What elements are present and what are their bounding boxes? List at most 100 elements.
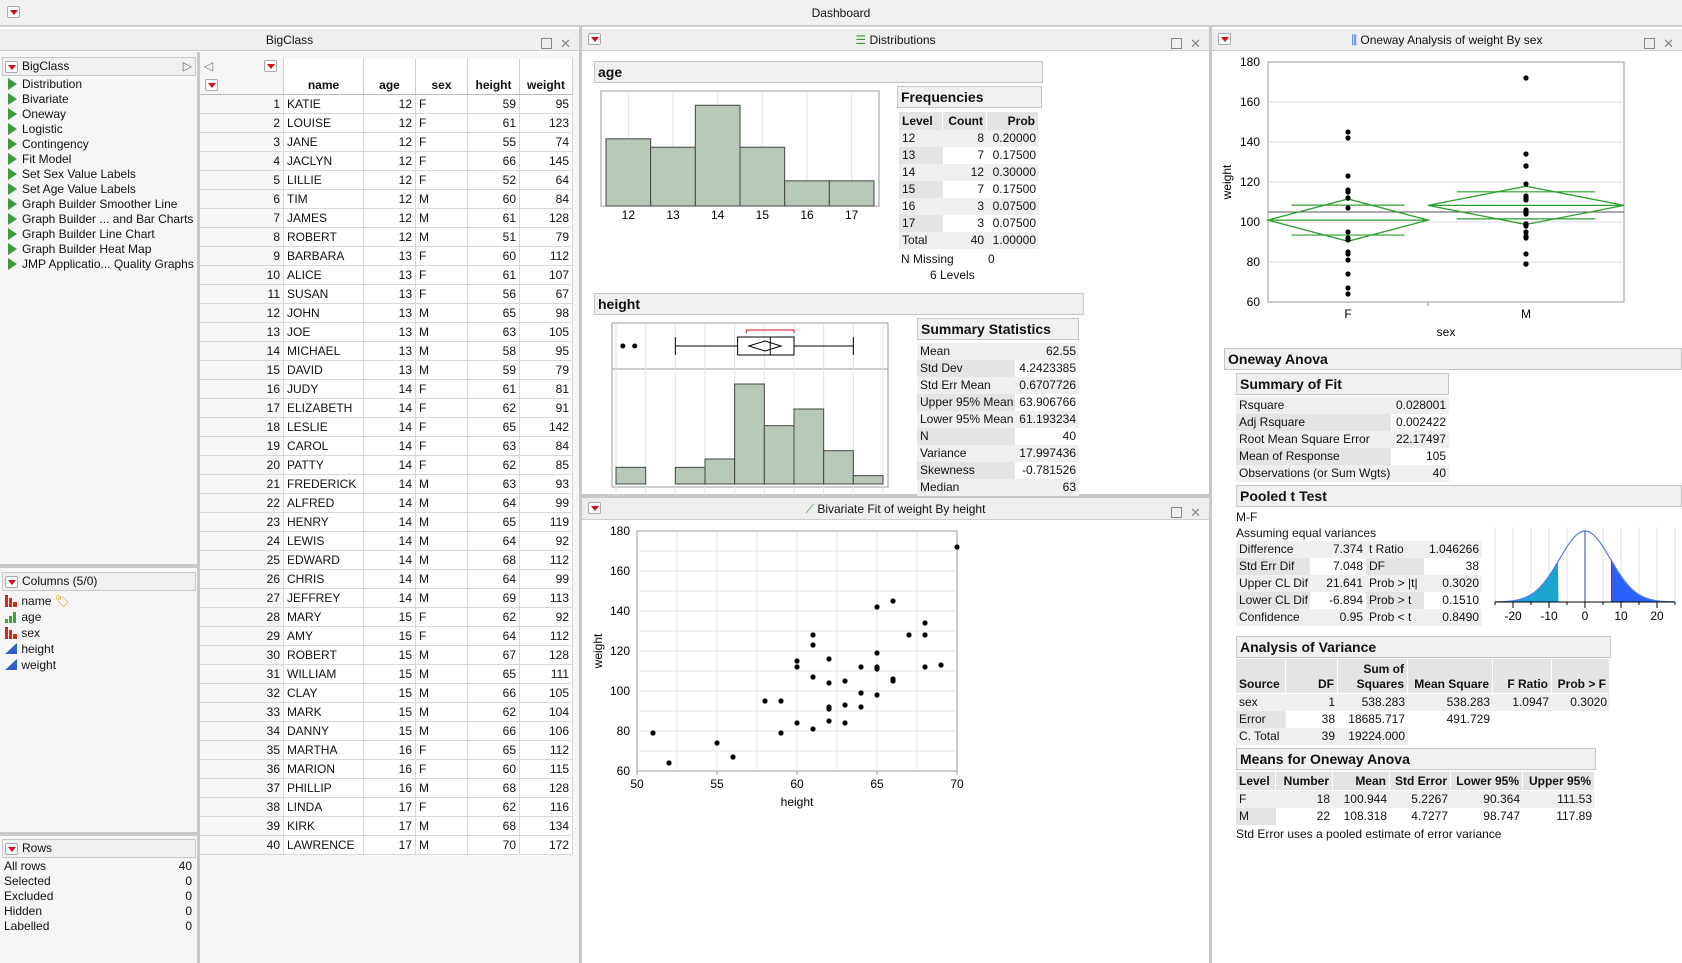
frequencies-cell: 1.00000 — [987, 232, 1039, 249]
frequencies-cell: 0.07500 — [992, 216, 1036, 230]
frequencies-cell: 15 — [899, 181, 943, 198]
aov-column-header[interactable]: DF — [1286, 659, 1337, 693]
means-cell: 4.7277 — [1411, 809, 1448, 823]
pooled-t-cell: 0.3020 — [1424, 575, 1482, 592]
n-missing-value: 0 — [988, 252, 995, 266]
bivariate-menu-button[interactable] — [588, 502, 601, 514]
aov-cell: C. Total — [1236, 728, 1286, 745]
means-cell: F — [1236, 791, 1276, 808]
pooled-t-cell: 0.8490 — [1424, 609, 1482, 626]
maximize-icon[interactable] — [1171, 507, 1183, 518]
n-missing-label: N Missing — [901, 252, 954, 266]
frequencies-column-header[interactable]: Prob — [987, 112, 1038, 130]
pooled-t-cell: 21.641 — [1310, 575, 1366, 592]
summary-statistics-header[interactable]: Summary Statistics — [917, 318, 1079, 340]
oneway-panel-title: Oneway Analysis of weight By sex — [1360, 33, 1543, 47]
frequencies-cell: 16 — [899, 198, 943, 215]
frequencies-cell: Total — [899, 232, 943, 249]
close-icon[interactable]: ✕ — [1190, 505, 1201, 520]
pooled-t-cell: Prob < t — [1366, 609, 1424, 626]
frequencies-cell: 0.30000 — [987, 164, 1039, 181]
means-cell: 111.53 — [1523, 791, 1595, 808]
means-cell: 98.747 — [1483, 809, 1520, 823]
aov-cell: 38 — [1321, 712, 1335, 726]
fit-stat-value: 105 — [1425, 449, 1446, 463]
frequencies-cell: 0.17500 — [992, 148, 1036, 162]
aov-cell: 0.3020 — [1552, 694, 1610, 711]
pooled-t-cell: 0.95 — [1310, 609, 1366, 626]
fit-stat-label: Observations (or Sum Wgts) — [1236, 465, 1391, 482]
oneway-report-icon: ⫼ — [1351, 33, 1358, 47]
pooled-t-cell: Std Err Dif — [1236, 558, 1310, 575]
summary-of-fit-header[interactable]: Summary of Fit — [1236, 373, 1449, 395]
pooled-t-cell: Difference — [1236, 541, 1310, 558]
means-cell: M — [1236, 808, 1276, 825]
oneway-anova-header[interactable]: Oneway Anova — [1224, 348, 1682, 370]
analysis-of-variance-header[interactable]: Analysis of Variance — [1236, 636, 1611, 658]
frequencies-cell: 14 — [899, 164, 943, 181]
pooled-t-cell: 0.1510 — [1442, 593, 1479, 607]
frequencies-column-header[interactable]: Count — [943, 112, 986, 130]
fit-stat-value: 22.17497 — [1391, 431, 1449, 448]
oneway-menu-button[interactable] — [1218, 33, 1231, 45]
pooled-t-cell: Prob > |t| — [1366, 575, 1424, 592]
summary-stat-value: 4.2423385 — [1019, 361, 1076, 375]
means-column-header[interactable]: Lower 95% — [1451, 772, 1522, 790]
means-column-header[interactable]: Std Error — [1390, 772, 1450, 790]
fit-stat-label: Mean of Response — [1236, 448, 1391, 465]
means-column-header[interactable]: Upper 95% — [1523, 772, 1594, 790]
oneway-panel-header: ⫼ Oneway Analysis of weight By sex ✕ — [1212, 29, 1682, 51]
frequencies-cell: 40 — [943, 232, 987, 249]
means-column-header[interactable]: Mean — [1333, 772, 1389, 790]
aov-column-header[interactable]: Sum of Squares — [1338, 659, 1407, 693]
fit-stat-label: Adj Rsquare — [1236, 414, 1391, 431]
aov-column-header[interactable]: Prob > F — [1552, 659, 1609, 693]
pooled-t-test-header[interactable]: Pooled t Test — [1236, 485, 1682, 507]
bivariate-report-icon: ⟋ — [805, 502, 814, 516]
frequencies-column-header[interactable]: Level — [899, 112, 942, 130]
summary-stat-value: 40 — [1062, 429, 1076, 443]
summary-stat-value: 0.6707726 — [1015, 377, 1079, 394]
means-cell: 100.944 — [1333, 791, 1390, 808]
frequencies-cell: 3 — [977, 216, 984, 230]
summary-stat-value: -0.781526 — [1021, 463, 1076, 477]
pooled-t-cell: 7.374 — [1310, 541, 1366, 558]
summary-stat-label: Median — [917, 479, 1015, 496]
means-cell: 108.318 — [1343, 809, 1387, 823]
height-section-header[interactable]: height — [594, 293, 1084, 315]
frequencies-header[interactable]: Frequencies — [897, 86, 1042, 108]
close-icon[interactable]: ✕ — [1663, 36, 1674, 51]
means-header[interactable]: Means for Oneway Anova — [1236, 748, 1596, 770]
summary-stat-label: Std Dev — [917, 360, 1015, 377]
means-cell: 5.2267 — [1390, 791, 1451, 808]
means-column-header[interactable]: Number — [1276, 772, 1332, 790]
summary-stat-value: 17.997436 — [1015, 445, 1079, 462]
summary-stat-label: Mean — [917, 343, 1015, 360]
aov-cell: 538.283 — [1408, 694, 1493, 711]
summary-stat-label: Lower 95% Mean — [917, 411, 1015, 428]
aov-column-header[interactable]: Mean Square — [1408, 659, 1492, 693]
summary-stat-label: Variance — [917, 445, 1015, 462]
frequencies-cell: 7 — [977, 182, 984, 196]
frequencies-cell: 8 — [943, 130, 987, 147]
aov-column-header[interactable]: Source — [1236, 659, 1285, 693]
frequencies-cell: 3 — [943, 198, 987, 215]
equal-variance-note: Assuming equal variances — [1236, 526, 1377, 540]
means-column-header[interactable]: Level — [1236, 772, 1275, 790]
summary-stat-label: Upper 95% Mean — [917, 394, 1015, 411]
means-cell: 117.89 — [1556, 809, 1592, 823]
contrast-label: M-F — [1236, 510, 1258, 524]
frequencies-cell: 0.17500 — [992, 182, 1036, 196]
means-cell: 22 — [1316, 809, 1330, 823]
maximize-icon[interactable] — [1644, 38, 1656, 49]
means-cell: 18 — [1276, 791, 1333, 808]
summary-stat-label: Std Err Mean — [917, 377, 1015, 394]
summary-stat-value: 63 — [1015, 479, 1079, 496]
aov-cell: 1 — [1286, 694, 1338, 711]
pooled-t-cell: 7.048 — [1332, 559, 1363, 573]
pooled-t-cell: Lower CL Dif — [1236, 592, 1310, 609]
fit-stat-label: Rsquare — [1236, 397, 1391, 414]
aov-column-header[interactable]: F Ratio — [1493, 659, 1551, 693]
aov-cell: 538.283 — [1338, 694, 1408, 711]
summary-stat-label: Skewness — [917, 462, 1015, 479]
